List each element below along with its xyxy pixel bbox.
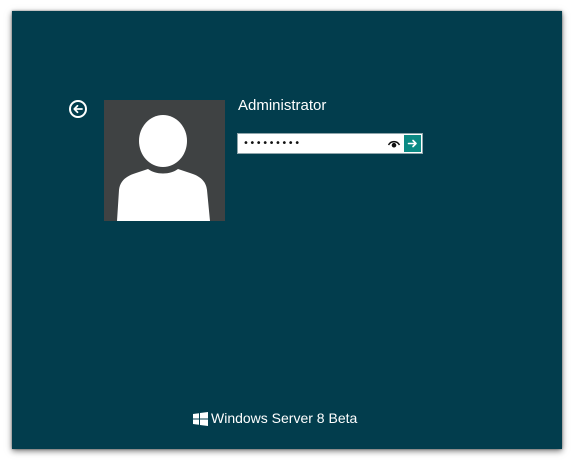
username-label: Administrator: [238, 97, 327, 114]
password-field[interactable]: •••••••••: [237, 133, 423, 154]
reveal-password-button[interactable]: [387, 137, 401, 151]
windows-logo-icon: [193, 412, 208, 426]
back-button[interactable]: [69, 100, 87, 118]
arrow-right-icon: [407, 139, 417, 148]
product-name: Windows Server 8 Beta: [211, 410, 358, 426]
user-silhouette-icon: [117, 115, 210, 221]
lock-screen: Administrator ••••••••• Windows Server 8…: [12, 11, 562, 449]
submit-button[interactable]: [404, 135, 421, 152]
password-value: •••••••••: [243, 138, 301, 149]
user-avatar: [104, 100, 225, 221]
eye-icon: [387, 140, 401, 148]
back-arrow-icon: [73, 104, 83, 114]
